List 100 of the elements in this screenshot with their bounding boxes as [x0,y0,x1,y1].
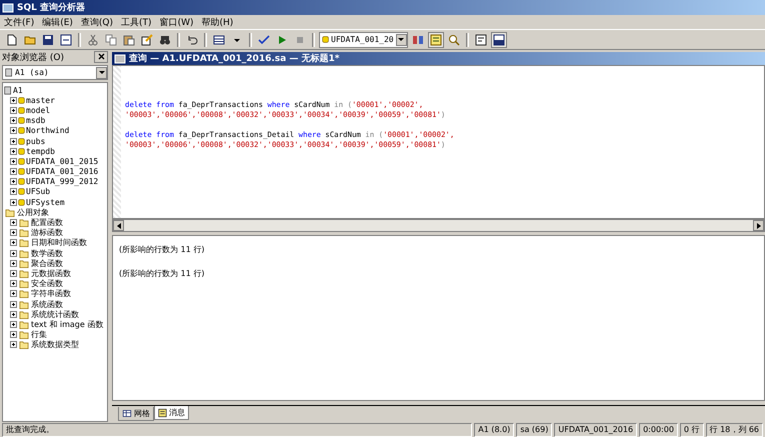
database-name: UFDATA_001_20 [331,35,394,44]
tree-item[interactable]: UFDATA_001_2016 [26,167,98,176]
tree-item[interactable]: model [26,106,50,115]
query-window-title: 查询 — A1.UFDATA_001_2016.sa — 无标题1* [129,52,340,65]
folder-icon [18,300,30,309]
results-pane-icon [492,34,505,46]
expand-icon[interactable] [10,117,17,124]
expand-icon[interactable] [10,300,17,308]
menu-item[interactable]: 查询(Q) [80,16,114,28]
expand-icon[interactable] [10,188,17,196]
menu-item[interactable]: 帮助(H) [201,16,234,28]
status-text: 行 18，列 66 [706,422,763,436]
expand-icon[interactable] [10,198,17,206]
tree-item[interactable]: Northwind [26,126,70,136]
edit-icon [141,34,153,46]
horizontal-scrollbar[interactable] [112,219,765,232]
window-title: SQL 查询分析器 [17,1,86,14]
magnifier-icon [448,34,460,46]
grid-icon [122,409,132,418]
folder-icon [18,218,30,228]
scissors-icon [87,34,99,46]
expand-icon[interactable] [10,229,17,236]
dropdown-button[interactable] [396,34,407,46]
close-button[interactable] [94,51,108,63]
tree-item[interactable]: tempdb [26,146,55,156]
tree-item[interactable]: 元数据函数 [31,268,71,279]
expand-icon[interactable] [10,310,17,318]
toolbar-button[interactable] [490,32,507,48]
expand-icon[interactable] [10,138,17,145]
expand-icon[interactable] [10,320,17,328]
play-icon [276,34,288,46]
scroll-left-button[interactable] [113,220,124,231]
tree-item[interactable]: pubs [26,136,46,146]
tree-item[interactable]: 配置函数 [31,217,63,228]
expand-icon[interactable] [10,250,17,257]
tree-item[interactable]: text 和 image 函数 [31,318,104,330]
expand-icon[interactable] [10,290,17,298]
folder-icon [18,268,30,278]
result-message: (所影响的行数为 11 行) [119,244,206,255]
object-browser-icon [430,34,442,46]
menu-item[interactable]: 窗口(W) [160,16,194,28]
tree-item[interactable]: master [26,96,55,105]
menu-item[interactable]: 编辑(E) [42,16,73,28]
expand-icon[interactable] [10,260,17,267]
tree-item[interactable]: 系统数据类型 [31,339,79,350]
menu-item[interactable]: 工具(T) [121,16,152,28]
expand-icon[interactable] [10,178,17,186]
toolbar-button[interactable] [58,32,74,48]
tree-item[interactable]: 公用对象 [17,206,49,218]
status-text: 批查询完成。 [2,422,472,436]
result-tab[interactable]: 消息 [154,406,189,420]
tree-item[interactable]: UFDATA_001_2015 [26,156,98,166]
expand-icon[interactable] [10,280,17,288]
server-name: A1 (sa) [15,68,50,77]
expand-icon[interactable] [10,168,17,176]
tree-item[interactable]: A1 [13,86,23,95]
tree-item[interactable]: UFSub [26,187,50,196]
query-window-icon [114,52,126,64]
tree-item[interactable]: 字符串函数 [31,288,71,300]
status-text: sa (69) [516,422,552,436]
tree-item[interactable]: 安全函数 [31,278,63,290]
tree-item[interactable]: 日期和时间函数 [31,237,87,248]
code-editor[interactable] [112,65,765,219]
expand-icon[interactable] [10,219,17,226]
database-dropdown[interactable]: UFDATA_001_20 [319,32,408,48]
tree-item[interactable]: UFSystem [26,198,65,207]
right-arrow-icon [756,222,760,228]
expand-icon[interactable] [10,158,17,165]
tree-item[interactable]: msdb [26,116,46,126]
expand-icon[interactable] [10,341,17,348]
tree-item[interactable]: 数学函数 [31,248,63,259]
expand-icon[interactable] [10,127,17,134]
result-tab[interactable]: 网格 [118,407,154,421]
status-text: 0 行 [680,422,704,436]
expand-icon[interactable] [10,239,17,246]
toolbar-button[interactable] [428,32,444,48]
tree-item[interactable]: 系统统计函数 [31,308,79,320]
expand-icon[interactable] [10,106,17,114]
tree-item[interactable]: 聚合函数 [31,258,63,269]
toolbar-button[interactable] [139,32,155,48]
menu-item[interactable]: 文件(F) [4,16,34,28]
expand-icon[interactable] [10,270,17,277]
folder-icon [18,248,30,258]
tree-item[interactable]: 游标函数 [31,227,63,238]
folder-icon [18,238,30,248]
server-dropdown[interactable]: A1 (sa) [2,65,108,80]
tree-item[interactable]: UFDATA_999_2012 [26,177,98,186]
binoculars-icon [159,34,171,46]
scroll-right-button[interactable] [753,220,764,231]
expand-icon[interactable] [10,331,17,338]
expand-icon[interactable] [10,148,17,155]
tree-item[interactable]: 行集 [31,329,47,340]
expand-icon[interactable] [10,96,17,104]
tree-item[interactable]: 系统函数 [31,298,63,310]
folder-icon [4,208,16,217]
left-arrow-icon [116,222,120,228]
toolbar-button[interactable] [472,32,489,48]
status-text: 0:00:00 [639,422,678,436]
message-icon [158,408,167,418]
dropdown-button[interactable] [96,66,107,78]
